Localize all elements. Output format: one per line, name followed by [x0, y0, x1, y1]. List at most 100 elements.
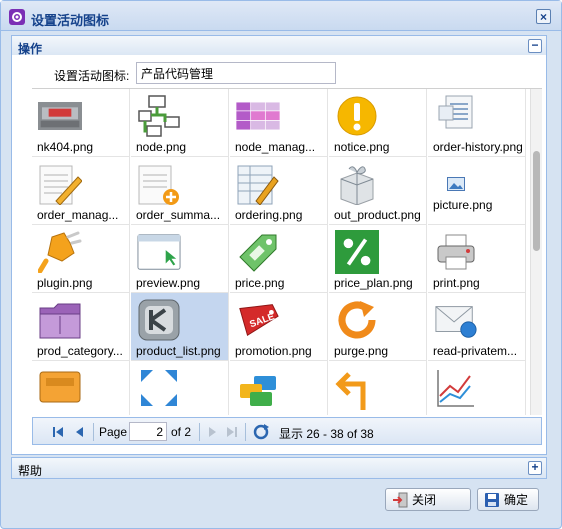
dialog-window: 设置活动图标 × 操作 − 设置活动图标: nk404.png: [0, 0, 562, 529]
grid-item-name: ordering.png: [235, 208, 303, 222]
close-icon: ×: [539, 9, 547, 24]
operation-panel-body: 设置活动图标: nk404.png node.png: [11, 55, 547, 455]
grid-item-name: order_summa...: [136, 208, 221, 222]
grid-item[interactable]: [32, 361, 130, 415]
close-button-label: 关闭: [412, 493, 437, 507]
grid-item[interactable]: plugin.png: [32, 225, 130, 293]
gift-box-icon: [335, 162, 379, 206]
grid-item[interactable]: purge.png: [329, 293, 427, 361]
refresh-icon: [253, 424, 269, 440]
grid-item-name: price_plan.png: [334, 276, 413, 290]
grid-item[interactable]: order_manag...: [32, 157, 130, 225]
title-bar[interactable]: 设置活动图标 ×: [1, 1, 561, 31]
grid-item-name: plugin.png: [37, 276, 93, 290]
expand-arrows-icon: [137, 366, 181, 410]
app-icon: [9, 9, 25, 25]
grid-item-name: prod_category...: [37, 344, 123, 358]
grid-item-name: nk404.png: [37, 140, 94, 154]
order-summary-icon: [137, 162, 181, 206]
window-title: 设置活动图标: [31, 13, 110, 28]
sale-tag-icon: SALE: [236, 298, 280, 342]
display-info: 显示 26 - 38 of 38: [279, 427, 374, 441]
grid-item[interactable]: node.png: [131, 89, 229, 157]
grid-item[interactable]: [131, 361, 229, 415]
grid-item[interactable]: notice.png: [329, 89, 427, 157]
order-history-icon: [434, 90, 478, 134]
grid-item-name: print.png: [433, 276, 480, 290]
separator: [93, 423, 94, 441]
grid-item[interactable]: order_summa...: [131, 157, 229, 225]
plugin-icon: [38, 230, 82, 274]
page-label: Page: [99, 425, 128, 439]
grid-item-name: node.png: [136, 140, 187, 154]
grid-item[interactable]: SALE promotion.png: [230, 293, 328, 361]
grid-item[interactable]: read-privatem...: [428, 293, 526, 361]
notice-icon: [335, 94, 379, 138]
next-page-button[interactable]: [205, 425, 219, 439]
grid-item-name: promotion.png: [235, 344, 312, 358]
inbox-icon: [38, 366, 82, 410]
icon-grid-view: nk404.png node.png node_manag... notice.…: [32, 88, 542, 415]
grid-item[interactable]: nk404.png: [32, 89, 130, 157]
grid-item[interactable]: price.png: [230, 225, 328, 293]
refresh-button[interactable]: [252, 423, 270, 441]
paging-toolbar: Page of 2 显示 26 - 38 of 38: [32, 417, 542, 445]
grid-item[interactable]: order-history.png: [428, 89, 526, 157]
grid-item[interactable]: node_manag...: [230, 89, 328, 157]
mail-icon: [434, 298, 478, 342]
grid-item-name: node_manag...: [235, 140, 316, 154]
operation-panel-header[interactable]: 操作 −: [11, 35, 547, 57]
grid-item[interactable]: picture.png: [428, 157, 526, 225]
purge-refresh-icon: [335, 298, 379, 342]
separator: [245, 423, 246, 441]
scrollbar-thumb[interactable]: [533, 151, 540, 251]
node-manager-icon: [236, 94, 280, 138]
expand-button[interactable]: +: [528, 461, 542, 475]
chart-icon: [434, 366, 478, 410]
separator: [199, 423, 200, 441]
help-panel-title: 帮助: [18, 464, 43, 478]
grid-item[interactable]: out_product.png: [329, 157, 427, 225]
grid-item[interactable]: ordering.png: [230, 157, 328, 225]
grid-item[interactable]: prod_category...: [32, 293, 130, 361]
exit-door-icon: [393, 492, 408, 507]
folder-icon: [38, 298, 82, 342]
close-button[interactable]: 关闭: [385, 488, 471, 511]
percent-icon: [335, 230, 379, 274]
save-disk-icon: [485, 492, 499, 507]
grid-item-name: notice.png: [334, 140, 390, 154]
grid-item[interactable]: [329, 361, 427, 415]
ok-button[interactable]: 确定: [477, 488, 539, 511]
active-icon-input[interactable]: [136, 62, 336, 84]
grid-item[interactable]: [428, 361, 526, 415]
grid-item[interactable]: preview.png: [131, 225, 229, 293]
printer-icon: [434, 230, 478, 274]
grid-item-name: out_product.png: [334, 208, 421, 222]
grid-scrollbar[interactable]: [530, 89, 542, 415]
grid-item[interactable]: [230, 361, 328, 415]
icon-grid: nk404.png node.png node_manag... notice.…: [32, 89, 526, 415]
ordering-icon: [236, 162, 280, 206]
stacked-cards-icon: [236, 366, 280, 410]
page-number-input[interactable]: [129, 422, 167, 441]
next-page-icon: [209, 427, 216, 437]
first-page-icon: [53, 427, 63, 437]
grid-item[interactable]: price_plan.png: [329, 225, 427, 293]
ok-button-label: 确定: [504, 493, 529, 507]
grid-item-name: order-history.png: [433, 140, 523, 154]
prev-page-button[interactable]: [73, 425, 87, 439]
grid-item-selected[interactable]: product_list.png: [131, 293, 229, 361]
grid-item-name: price.png: [235, 276, 285, 290]
grid-item-name: preview.png: [136, 276, 201, 290]
close-window-button[interactable]: ×: [536, 9, 551, 24]
product-list-icon: [137, 298, 181, 342]
grid-item[interactable]: print.png: [428, 225, 526, 293]
return-arrow-icon: [335, 366, 379, 410]
preview-window-icon: [137, 230, 181, 274]
collapse-button[interactable]: −: [528, 39, 542, 53]
photo-404-icon: [38, 94, 82, 138]
prev-page-icon: [76, 427, 83, 437]
first-page-button[interactable]: [51, 425, 65, 439]
last-page-button[interactable]: [225, 425, 239, 439]
help-panel-header[interactable]: 帮助 +: [11, 457, 547, 479]
